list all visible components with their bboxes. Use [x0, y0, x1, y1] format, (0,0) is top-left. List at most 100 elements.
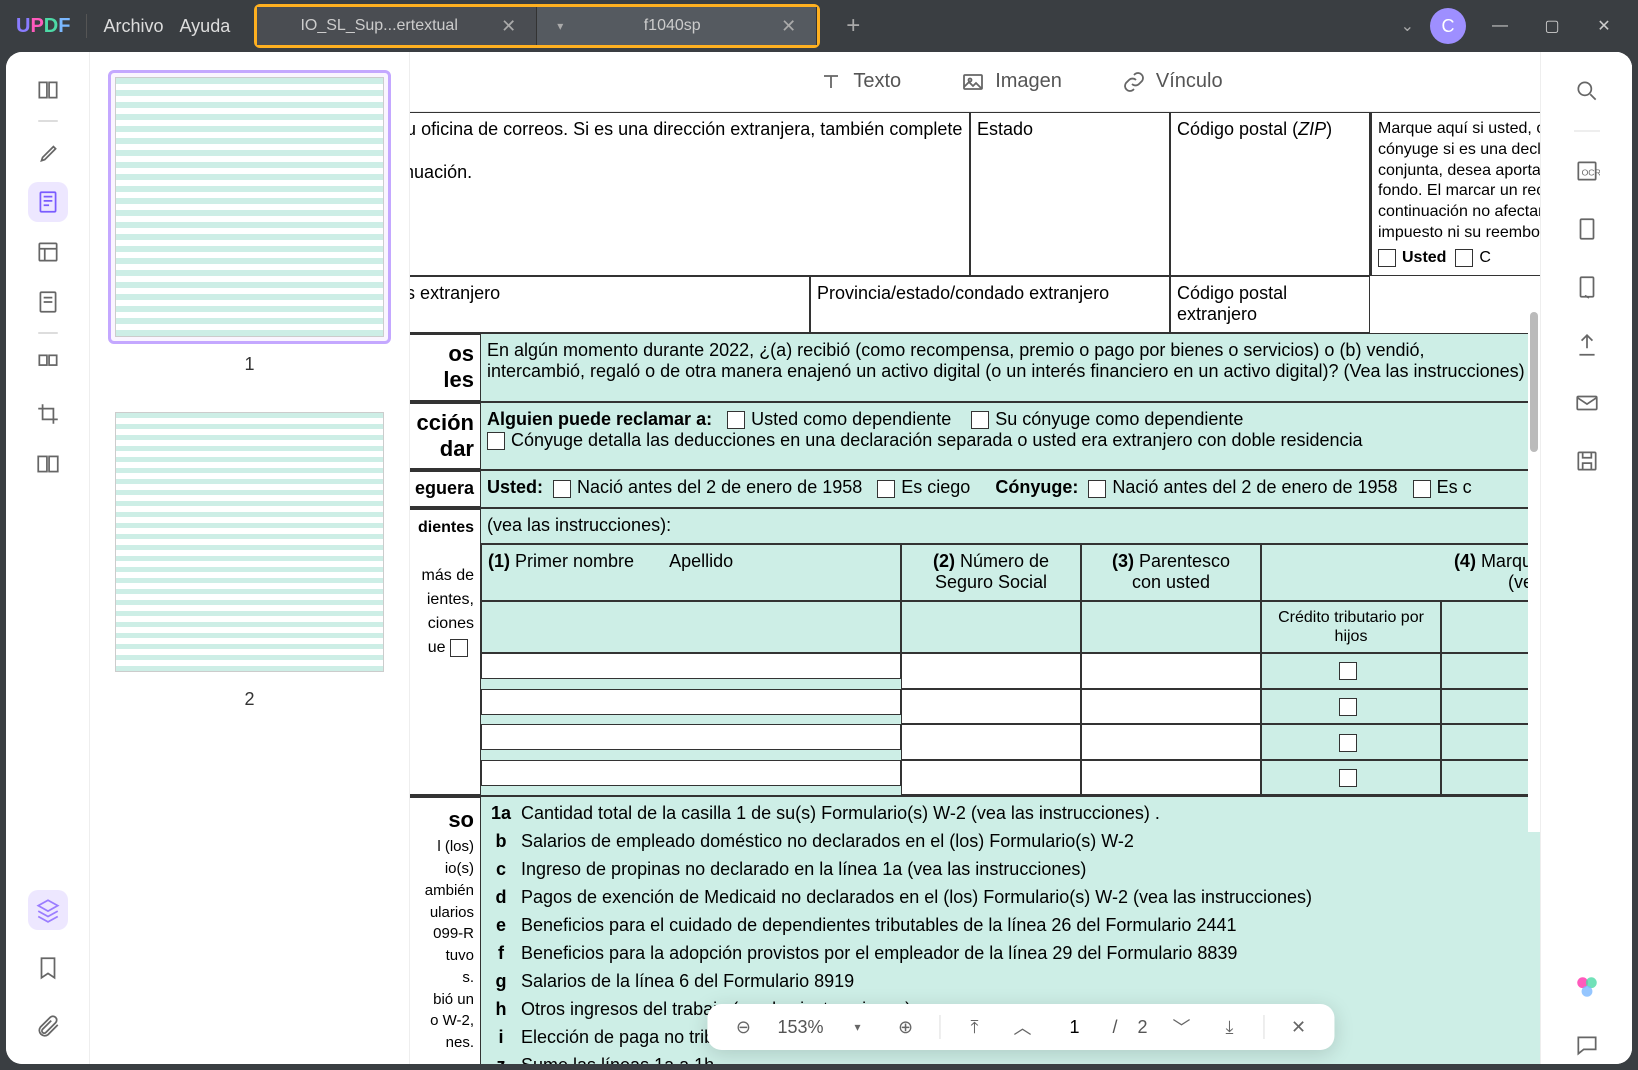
close-window-icon[interactable]: ✕ [1586, 16, 1622, 36]
share-icon[interactable] [1568, 326, 1606, 364]
tabs-overflow-icon[interactable]: ⌄ [1401, 16, 1414, 36]
page-input[interactable] [1057, 1017, 1093, 1038]
form-icon[interactable] [28, 282, 68, 322]
last-page-icon[interactable]: ⤓ [1216, 1017, 1244, 1038]
dep-r4-hijos-checkbox[interactable] [1339, 769, 1357, 787]
zoom-dropdown-icon[interactable]: ▾ [844, 1020, 872, 1034]
dientes: dientes [418, 519, 474, 536]
reader-mode-icon[interactable] [28, 70, 68, 110]
tab-2-close-icon[interactable]: ✕ [781, 16, 796, 37]
bookmark-icon[interactable] [28, 948, 68, 988]
thumbnail-2-number: 2 [108, 689, 391, 710]
tabs-highlight: IO_SL_Sup...ertextual ✕ ▾ f1040sp ✕ [254, 4, 820, 48]
page-display-icon[interactable] [1568, 210, 1606, 248]
tab-1-title: IO_SL_Sup...ertextual [277, 17, 481, 35]
estado-label: Estado [977, 119, 1033, 139]
sect-dar: dar [440, 436, 474, 461]
tool-text[interactable]: Texto [819, 70, 901, 94]
s: s. [462, 969, 474, 986]
add-tab-icon[interactable]: + [836, 12, 870, 40]
conyuge-det-checkbox[interactable] [487, 432, 505, 450]
attachment-icon[interactable] [28, 1006, 68, 1046]
prev-page-icon[interactable]: ︿ [1009, 1014, 1037, 1040]
tool-link[interactable]: Vínculo [1122, 70, 1223, 94]
nacio2: Nació antes del 2 de enero de 1958 [1112, 477, 1397, 497]
tool-image[interactable]: Imagen [961, 70, 1062, 94]
compare-icon[interactable] [28, 444, 68, 484]
usted-lbl: Usted: [487, 477, 543, 497]
so: so [448, 807, 474, 832]
ularios: ularios [430, 904, 474, 921]
page-navigator: ⊖ 153% ▾ ⊕ ⤒ ︿ / 2 ﹀ ⤓ ✕ [707, 1004, 1334, 1050]
zoom-out-icon[interactable]: ⊖ [729, 1017, 757, 1038]
crop-icon[interactable] [28, 394, 68, 434]
edit-icon[interactable] [28, 182, 68, 222]
usted-checkbox[interactable] [1378, 249, 1396, 267]
tab-1[interactable]: IO_SL_Sup...ertextual ✕ [257, 7, 537, 45]
tab-2-dropdown-icon[interactable]: ▾ [557, 19, 563, 33]
search-icon[interactable] [1568, 72, 1606, 110]
dep-r1-hijos-checkbox[interactable] [1339, 662, 1357, 680]
ciones: ciones [428, 615, 474, 632]
nacio1-checkbox[interactable] [553, 480, 571, 498]
bio: bió un [433, 991, 474, 1008]
updf-color-icon[interactable] [1568, 968, 1606, 1006]
usted-dep: Usted como dependiente [751, 409, 951, 429]
nacio1: Nació antes del 2 de enero de 1958 [577, 477, 862, 497]
tab-1-close-icon[interactable]: ✕ [501, 16, 516, 37]
sect-les: les [443, 367, 474, 392]
ue-checkbox[interactable] [450, 639, 468, 657]
eguera: eguera [415, 478, 474, 498]
pages-panel-icon[interactable] [28, 344, 68, 384]
maximize-icon[interactable]: ▢ [1534, 16, 1570, 36]
dep-r3-hijos-checkbox[interactable] [1339, 734, 1357, 752]
save-icon[interactable] [1568, 442, 1606, 480]
tool-image-label: Imagen [995, 70, 1062, 93]
menu-help[interactable]: Ayuda [180, 16, 231, 37]
nes: nes. [446, 1034, 474, 1051]
conyuge-det: Cónyuge detalla las deducciones en una d… [511, 430, 1363, 450]
document-viewport[interactable]: , pueblo u oficina de correos. Si es una… [410, 112, 1540, 1064]
thumbnail-1[interactable] [108, 70, 391, 344]
ocr-icon[interactable]: OCR [1568, 152, 1606, 190]
organize-pages-icon[interactable] [28, 232, 68, 272]
zip-label: Código postal (ZIP) [1177, 119, 1332, 139]
email-icon[interactable] [1568, 384, 1606, 422]
next-page-icon[interactable]: ﹀ [1168, 1014, 1196, 1040]
cred-hijos: Crédito tributario por hijos [1261, 601, 1441, 653]
thumbnail-panel: 1 2 [90, 52, 410, 1064]
los: l (los) [437, 838, 474, 855]
user-avatar[interactable]: C [1430, 8, 1466, 44]
nacio2-checkbox[interactable] [1088, 480, 1106, 498]
tab-2[interactable]: ▾ f1040sp ✕ [537, 7, 817, 45]
workspace: 1 2 Texto Imagen Vínculo , pueblo u ofic… [6, 52, 1632, 1064]
dep-r2-hijos-checkbox[interactable] [1339, 698, 1357, 716]
first-page-icon[interactable]: ⤒ [961, 1017, 989, 1038]
layers-icon[interactable] [28, 890, 68, 930]
marque6: impuesto ni su reembols [1378, 223, 1540, 244]
app-logo: UPDF [16, 15, 70, 38]
esc: Es c [1437, 477, 1472, 497]
separator [38, 120, 58, 122]
thumbnail-2[interactable] [108, 405, 391, 679]
close-nav-icon[interactable]: ✕ [1285, 1017, 1313, 1038]
foreign-zip: Código postal extranjero [1177, 283, 1287, 325]
marque4: fondo. El marcar un recu [1378, 181, 1540, 202]
ciego-checkbox[interactable] [877, 480, 895, 498]
usted-dep-checkbox[interactable] [727, 411, 745, 429]
menu-file[interactable]: Archivo [103, 16, 163, 37]
chat-icon[interactable] [1568, 1026, 1606, 1064]
edit-toolbar: Texto Imagen Vínculo [410, 52, 1632, 112]
vertical-scrollbar[interactable] [1528, 312, 1540, 832]
zoom-in-icon[interactable]: ⊕ [892, 1017, 920, 1038]
annotate-icon[interactable] [28, 132, 68, 172]
tab-2-title: f1040sp [583, 17, 761, 35]
conyuge-dep: Su cónyuge como dependiente [995, 409, 1243, 429]
esc-checkbox[interactable] [1413, 480, 1431, 498]
foreign-country: e del país extranjero [410, 283, 500, 303]
marque5: continuación no afectará [1378, 202, 1540, 223]
c-checkbox[interactable] [1455, 249, 1473, 267]
protect-icon[interactable] [1568, 268, 1606, 306]
conyuge-dep-checkbox[interactable] [971, 411, 989, 429]
minimize-icon[interactable]: — [1482, 17, 1518, 35]
